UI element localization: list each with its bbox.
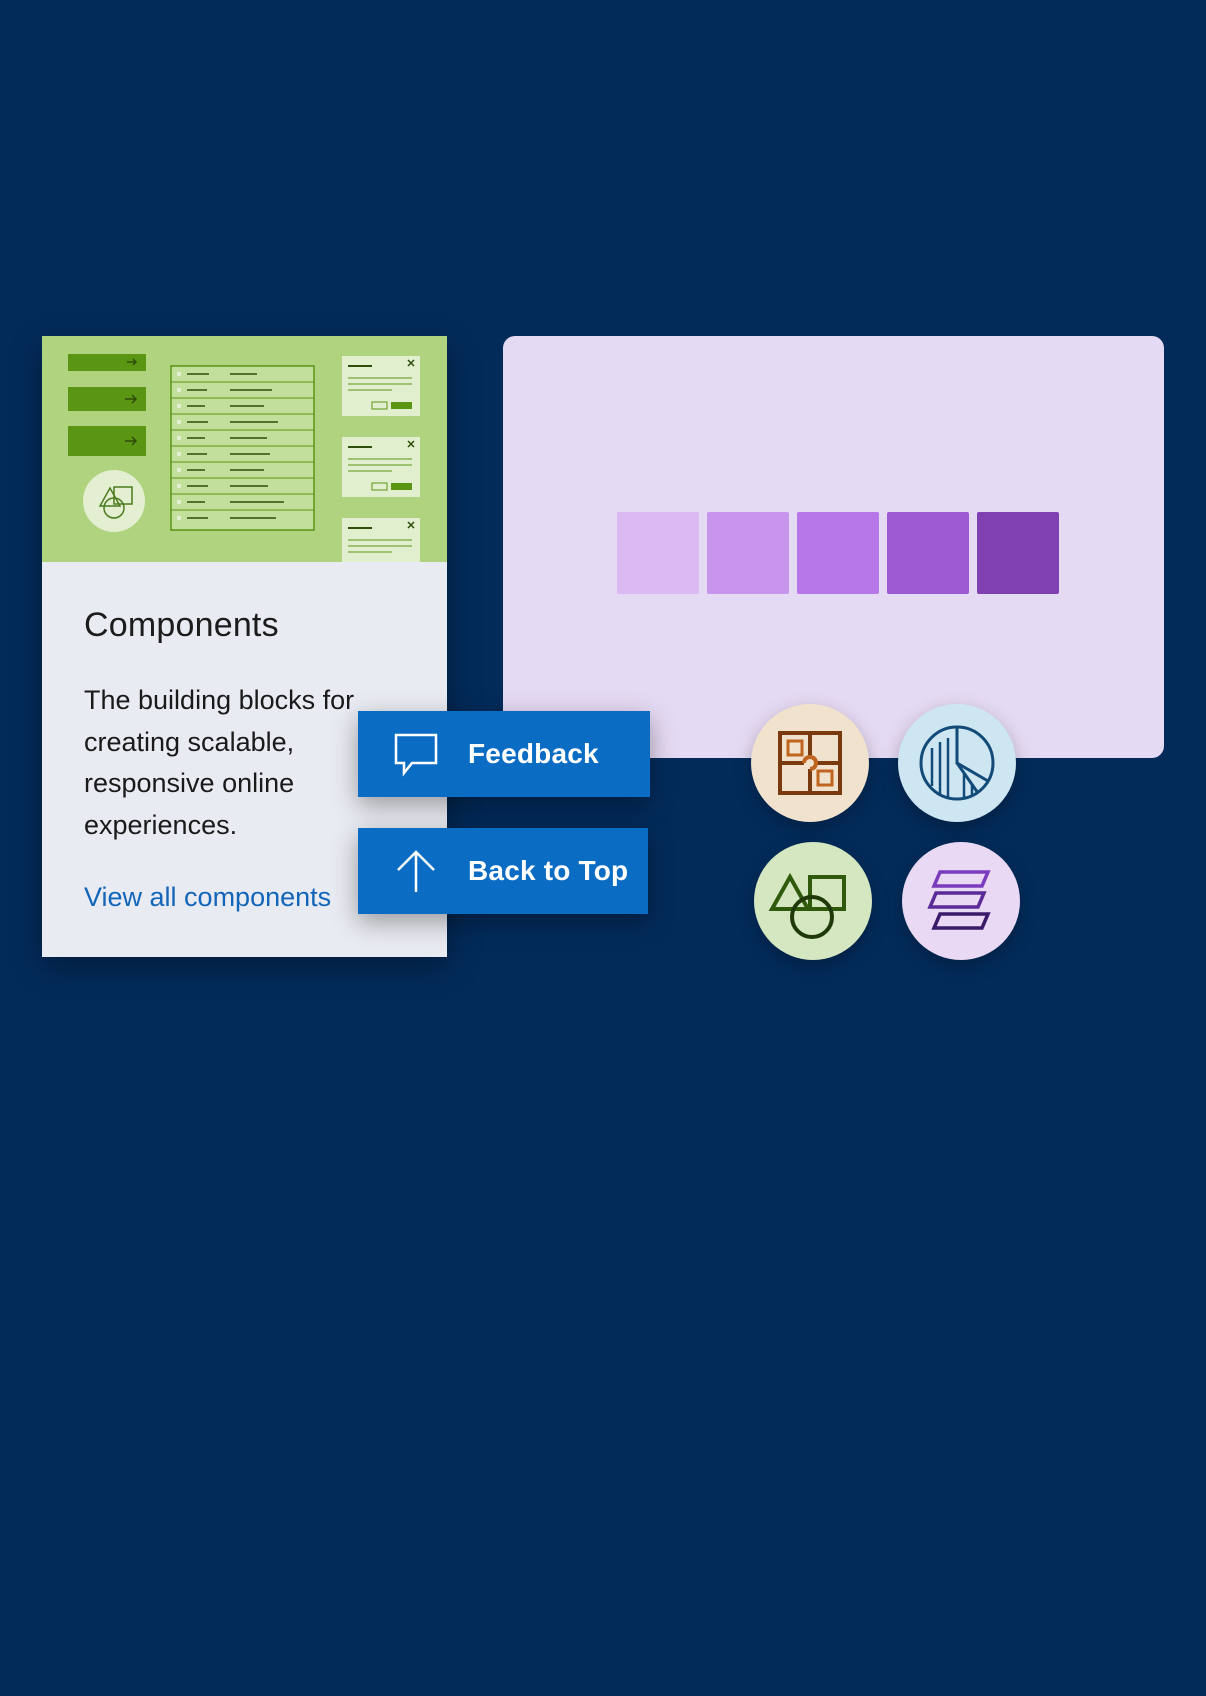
layers-icon — [902, 842, 1020, 960]
card-description: The building blocks for creating scalabl… — [84, 685, 355, 840]
color-swatch-panel — [503, 336, 1164, 758]
swatch-4 — [887, 512, 969, 594]
swatch-2 — [707, 512, 789, 594]
feedback-label: Feedback — [468, 738, 599, 769]
swatch-1 — [617, 512, 699, 594]
shapes-icon — [754, 842, 872, 960]
swatch-5 — [977, 512, 1059, 594]
card-title: Components — [84, 606, 279, 644]
puzzle-icon — [751, 704, 869, 822]
swatch-3 — [797, 512, 879, 594]
back-to-top-label: Back to Top — [468, 855, 629, 886]
feedback-icon — [392, 730, 440, 778]
pie-chart-icon — [898, 704, 1016, 822]
view-all-components-link[interactable]: View all components — [84, 882, 331, 913]
back-to-top-button[interactable]: Back to Top — [358, 828, 648, 914]
arrow-up-icon — [392, 847, 440, 895]
components-illustration — [42, 336, 447, 568]
feedback-button[interactable]: Feedback — [358, 711, 650, 797]
